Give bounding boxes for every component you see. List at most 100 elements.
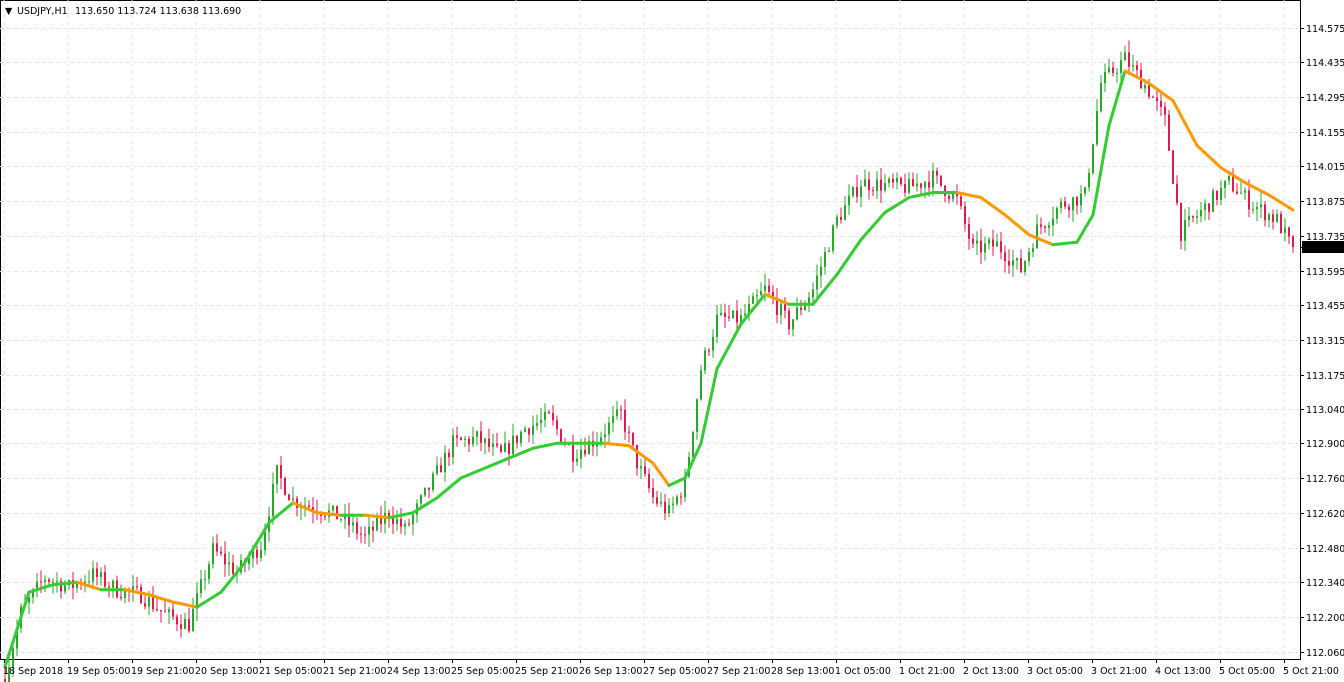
candle-body <box>1192 216 1194 218</box>
candle <box>832 224 834 254</box>
candle-body <box>760 290 762 296</box>
candle-body <box>1000 241 1002 253</box>
candle-body <box>692 431 694 458</box>
candle-body <box>1064 201 1066 207</box>
candle-body <box>308 505 310 508</box>
candle-body <box>1044 226 1046 228</box>
candle-body <box>284 478 286 495</box>
candle-body <box>928 182 930 188</box>
candle-body <box>532 425 534 435</box>
candle-body <box>1060 201 1062 209</box>
candle-body <box>136 586 138 588</box>
candle-body <box>1160 100 1162 107</box>
time-tick-label: 19 Sep 21:00 <box>131 666 194 677</box>
candle-body <box>488 438 490 447</box>
candle-body <box>680 496 682 498</box>
candle-body <box>452 435 454 458</box>
candle-body <box>1124 52 1126 61</box>
time-tick-label: 20 Sep 13:00 <box>195 666 258 677</box>
candle-body <box>92 568 94 582</box>
candle-body <box>100 572 102 578</box>
candle-body <box>1244 190 1246 193</box>
candle-body <box>140 586 142 604</box>
candle-body <box>1188 216 1190 221</box>
candle-body <box>880 179 882 191</box>
time-tick-label: 1 Oct 05:00 <box>835 666 891 677</box>
candle-body <box>212 543 214 565</box>
candle-body <box>620 409 622 411</box>
candle-body <box>480 431 482 443</box>
candle-body <box>1144 85 1146 89</box>
candle-body <box>56 581 58 583</box>
candle-body <box>752 296 754 304</box>
candle-body <box>1052 218 1054 226</box>
candle-body <box>1072 197 1074 211</box>
candle-body <box>216 543 218 552</box>
candle-body <box>700 370 702 400</box>
candle-body <box>1116 72 1118 74</box>
candle-body <box>1216 190 1218 200</box>
candle-body <box>1228 176 1230 181</box>
candle-body <box>1056 208 1058 219</box>
price-chart: 114.575 114.435 114.295 114.155 114.015 113.8… <box>0 0 1344 682</box>
candle-body <box>540 419 542 424</box>
candle-body <box>944 185 946 196</box>
candle-body <box>464 438 466 440</box>
candle-body <box>172 609 174 617</box>
candle <box>432 471 434 493</box>
candle-body <box>1292 236 1294 248</box>
candle-body <box>516 435 518 443</box>
candle-body <box>820 266 822 276</box>
chart-window: 114.575 114.435 114.295 114.155 114.015 113.8… <box>0 0 1344 682</box>
candle-body <box>272 483 274 517</box>
time-tick-label: 5 Oct 21:00 <box>1283 666 1339 677</box>
candle-body <box>780 304 782 316</box>
candle <box>1280 210 1282 234</box>
price-tick-label: 114.295 <box>1306 93 1344 104</box>
candle-body <box>716 314 718 337</box>
candle-body <box>728 316 730 318</box>
candle-body <box>424 487 426 496</box>
candle-body <box>544 412 546 420</box>
price-axis: 114.575 114.435 114.295 114.155 114.015 113.8… <box>1300 24 1344 659</box>
candle <box>940 175 942 188</box>
candle-body <box>584 449 586 455</box>
candle-body <box>856 187 858 197</box>
chart-header: ▼ USDJPY,H1 113.650 113.724 113.638 113.… <box>5 6 241 17</box>
candle-body <box>1024 261 1026 272</box>
candle-body <box>260 550 262 558</box>
candle-body <box>876 179 878 192</box>
candle-body <box>476 431 478 437</box>
candle-body <box>1288 227 1290 237</box>
candle-body <box>396 519 398 524</box>
candle-body <box>1112 67 1114 73</box>
candle-body <box>112 580 114 588</box>
candle-body <box>1108 67 1110 72</box>
candle-body <box>356 522 358 534</box>
candle-body <box>1040 224 1042 227</box>
candle-body <box>936 170 938 176</box>
price-tick-label: 112.060 <box>1306 648 1344 659</box>
candle-body <box>120 597 122 599</box>
candle-body <box>676 496 678 504</box>
candle-body <box>12 648 14 668</box>
candle-body <box>412 514 414 525</box>
candle-body <box>1128 52 1130 67</box>
candle-body <box>444 452 446 473</box>
candle-body <box>556 420 558 430</box>
candle-body <box>696 399 698 432</box>
candle-body <box>1068 206 1070 211</box>
time-tick-label: 3 Oct 05:00 <box>1027 666 1083 677</box>
candle-body <box>468 438 470 445</box>
candle-body <box>332 505 334 511</box>
symbol-label: USDJPY,H1 <box>17 6 68 17</box>
candle-body <box>168 609 170 613</box>
candle-body <box>492 443 494 447</box>
time-tick-label: 18 Sep 2018 <box>3 666 63 677</box>
chart-menu-icon[interactable]: ▼ <box>5 6 13 17</box>
candle-body <box>636 444 638 469</box>
candle-body <box>188 619 190 632</box>
price-tick-label: 112.620 <box>1306 509 1344 520</box>
candle-body <box>144 603 146 607</box>
candle-body <box>176 616 178 625</box>
